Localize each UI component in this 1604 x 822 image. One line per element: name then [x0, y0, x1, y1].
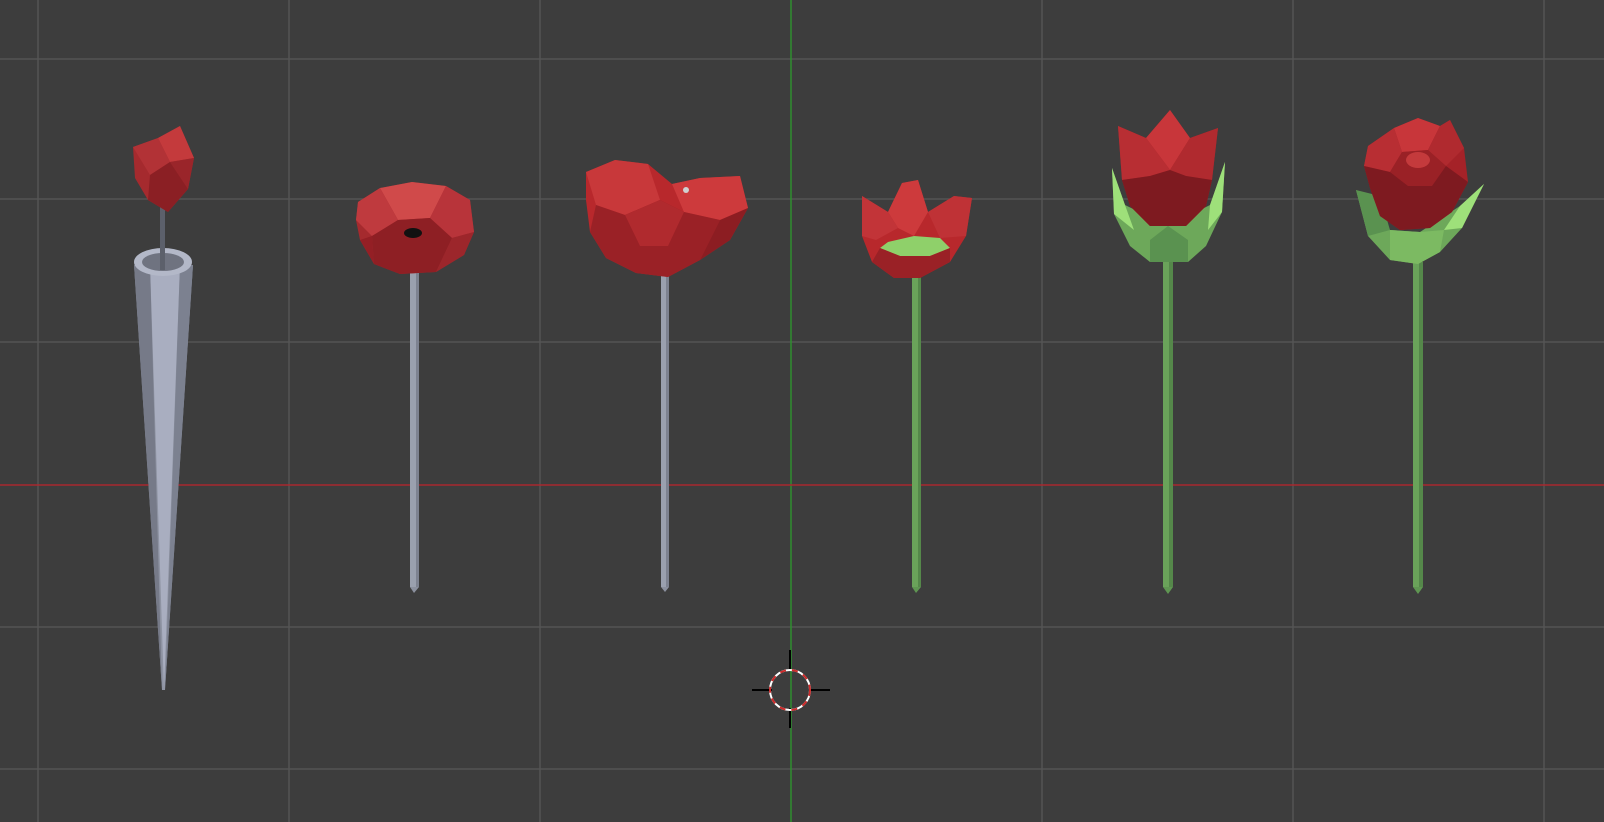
wide-petal-bloom-grey-stem[interactable] [586, 160, 748, 592]
3d-viewport[interactable] [0, 0, 1604, 822]
rose-green-stem[interactable] [1356, 118, 1484, 594]
tulip-green-stem[interactable] [1112, 110, 1225, 594]
grid-lines [0, 0, 1604, 822]
stem [160, 200, 165, 270]
viewport-canvas [0, 0, 1604, 822]
open-bloom-grey-stem[interactable] [356, 182, 474, 593]
small-flower-green-stem[interactable] [862, 180, 972, 593]
rosebud-in-vase[interactable] [133, 126, 194, 690]
